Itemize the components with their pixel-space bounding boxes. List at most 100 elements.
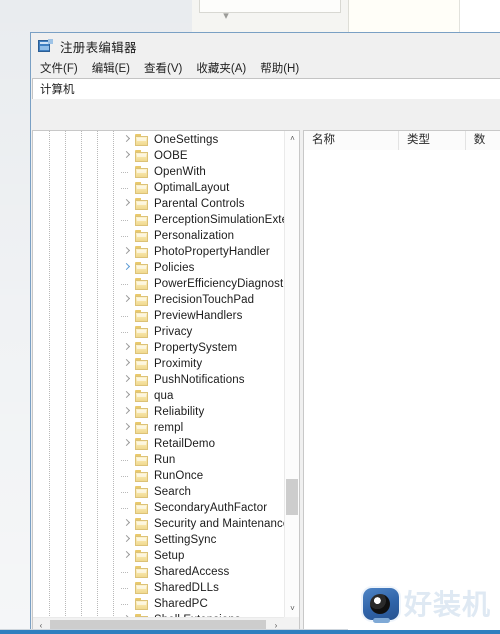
folder-icon xyxy=(135,326,149,338)
tree-leaf-connector-icon xyxy=(119,484,135,500)
tree-item-label: Personalization xyxy=(154,230,235,242)
tree-item-rempl[interactable]: rempl xyxy=(119,420,183,436)
tree-leaf-connector-icon xyxy=(119,596,135,612)
tree-leaf-connector-icon xyxy=(119,500,135,516)
expand-chevron-icon[interactable] xyxy=(119,196,135,212)
folder-icon xyxy=(135,518,149,530)
folder-icon xyxy=(135,150,149,162)
bottom-accent-strip xyxy=(0,630,500,634)
column-header-data[interactable]: 数 xyxy=(466,131,500,150)
tree-item-personalization[interactable]: Personalization xyxy=(119,228,234,244)
tree-item-label: RetailDemo xyxy=(154,438,216,450)
folder-icon xyxy=(135,374,149,386)
tree-item-setup[interactable]: Setup xyxy=(119,548,185,564)
chevron-down-icon: ▾ xyxy=(223,10,229,22)
tree-item-retaildemo[interactable]: RetailDemo xyxy=(119,436,215,452)
tree-item-openwith[interactable]: OpenWith xyxy=(119,164,206,180)
scroll-down-button[interactable]: ˅ xyxy=(285,601,300,617)
registry-values-pane: 名称 类型数 xyxy=(303,130,500,634)
tree-item-perceptionsimulationextens[interactable]: PerceptionSimulationExtens xyxy=(119,212,284,228)
tree-item-secondaryauthfactor[interactable]: SecondaryAuthFactor xyxy=(119,500,267,516)
tree-item-reliability[interactable]: Reliability xyxy=(119,404,204,420)
expand-chevron-icon[interactable] xyxy=(119,532,135,548)
tree-item-precisiontouchpad[interactable]: PrecisionTouchPad xyxy=(119,292,254,308)
tree-item-previewhandlers[interactable]: PreviewHandlers xyxy=(119,308,242,324)
expand-chevron-icon[interactable] xyxy=(119,436,135,452)
tree-item-sharedaccess[interactable]: SharedAccess xyxy=(119,564,229,580)
tree-item-shareddlls[interactable]: SharedDLLs xyxy=(119,580,219,596)
watermark: 好装机 xyxy=(360,585,500,630)
expand-chevron-icon[interactable] xyxy=(119,516,135,532)
tree-item-qua[interactable]: qua xyxy=(119,388,174,404)
menu-favorites[interactable]: 收藏夹(A) xyxy=(196,60,246,76)
tree-leaf-connector-icon xyxy=(119,324,135,340)
tree-item-oobe[interactable]: OOBE xyxy=(119,148,188,164)
menu-view[interactable]: 查看(V) xyxy=(144,60,182,76)
tree-item-propertysystem[interactable]: PropertySystem xyxy=(119,340,237,356)
tree-leaf-connector-icon xyxy=(119,580,135,596)
menu-file[interactable]: 文件(F) xyxy=(40,60,78,76)
folder-icon xyxy=(135,278,149,290)
registry-editor-icon xyxy=(38,39,53,53)
monitor-stand xyxy=(373,618,390,623)
address-bar-text: 计算机 xyxy=(40,84,75,96)
expand-chevron-icon[interactable] xyxy=(119,132,135,148)
tree-item-policies[interactable]: Policies xyxy=(119,260,194,276)
tree-item-photopropertyhandler[interactable]: PhotoPropertyHandler xyxy=(119,244,270,260)
tree-item-parental-controls[interactable]: Parental Controls xyxy=(119,196,245,212)
expand-chevron-icon[interactable] xyxy=(119,404,135,420)
tree-item-label: SharedDLLs xyxy=(154,582,219,594)
expand-chevron-icon[interactable] xyxy=(119,260,135,276)
tree-indent-guide-1 xyxy=(65,131,66,617)
folder-icon xyxy=(135,262,149,274)
title-bar[interactable]: 注册表编辑器 xyxy=(31,33,500,59)
tree-item-optimallayout[interactable]: OptimalLayout xyxy=(119,180,229,196)
expand-chevron-icon[interactable] xyxy=(119,292,135,308)
expand-chevron-icon[interactable] xyxy=(119,548,135,564)
folder-icon xyxy=(135,502,149,514)
column-header-type[interactable]: 类型 xyxy=(399,131,466,150)
tree-item-label: Run xyxy=(154,454,176,466)
tree-item-label: OptimalLayout xyxy=(154,182,230,194)
tree-item-label: Reliability xyxy=(154,406,205,418)
folder-icon xyxy=(135,310,149,322)
folder-icon xyxy=(135,182,149,194)
tree-item-privacy[interactable]: Privacy xyxy=(119,324,192,340)
tree-item-proximity[interactable]: Proximity xyxy=(119,356,202,372)
menu-help[interactable]: 帮助(H) xyxy=(260,60,299,76)
values-list[interactable] xyxy=(304,150,500,633)
tree-item-settingsync[interactable]: SettingSync xyxy=(119,532,216,548)
tree-item-label: PreviewHandlers xyxy=(154,310,243,322)
tree-item-label: SharedPC xyxy=(154,598,208,610)
window-title: 注册表编辑器 xyxy=(60,40,137,55)
expand-chevron-icon[interactable] xyxy=(119,388,135,404)
tree-item-label: SecondaryAuthFactor xyxy=(154,502,268,514)
expand-chevron-icon[interactable] xyxy=(119,372,135,388)
tree-vertical-scrollbar[interactable]: ˄ ˅ xyxy=(284,131,299,617)
expand-chevron-icon[interactable] xyxy=(119,340,135,356)
expand-chevron-icon[interactable] xyxy=(119,356,135,372)
scroll-up-button[interactable]: ˄ xyxy=(285,131,300,147)
tree-item-label: OpenWith xyxy=(154,166,206,178)
column-header-name[interactable]: 名称 xyxy=(304,131,400,150)
tree-item-run[interactable]: Run xyxy=(119,452,175,468)
tree-item-security-and-maintenance[interactable]: Security and Maintenance xyxy=(119,516,284,532)
expand-chevron-icon[interactable] xyxy=(119,420,135,436)
tree-item-pushnotifications[interactable]: PushNotifications xyxy=(119,372,245,388)
tree-indent-guide-4 xyxy=(113,131,114,617)
tree-item-sharedpc[interactable]: SharedPC xyxy=(119,596,208,612)
expand-chevron-icon[interactable] xyxy=(119,148,135,164)
tree-leaf-connector-icon xyxy=(119,452,135,468)
vertical-scrollbar-thumb[interactable] xyxy=(286,479,298,515)
tree-item-label: RunOnce xyxy=(154,470,204,482)
tree-item-runonce[interactable]: RunOnce xyxy=(119,468,203,484)
tree-item-onesettings[interactable]: OneSettings xyxy=(119,132,218,148)
folder-icon xyxy=(135,486,149,498)
folder-icon xyxy=(135,230,149,242)
menu-edit[interactable]: 编辑(E) xyxy=(92,60,130,76)
tree-item-search[interactable]: Search xyxy=(119,484,191,500)
tree-item-powerefficiencydiagnostics[interactable]: PowerEfficiencyDiagnostics xyxy=(119,276,284,292)
expand-chevron-icon[interactable] xyxy=(119,244,135,260)
address-bar[interactable]: 计算机 xyxy=(32,78,500,99)
folder-icon xyxy=(135,406,149,418)
